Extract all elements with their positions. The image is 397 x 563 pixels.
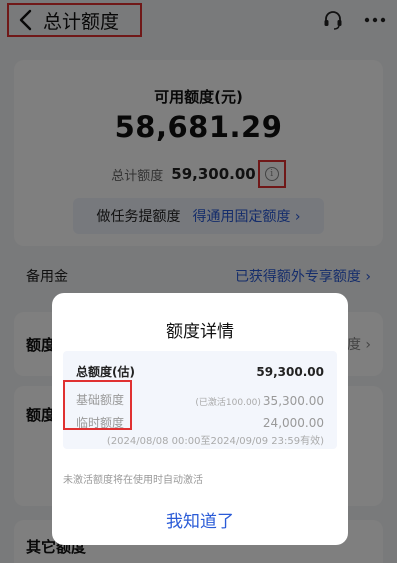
total-quota-value: 59,300.00 [256, 364, 324, 379]
quota-detail-modal: 额度详情 总额度(估) 59,300.00 基础额度 (已激活100.00) 35… [52, 293, 348, 545]
base-quota-value: 35,300.00 [262, 394, 324, 408]
quota-labels-highlight [63, 380, 132, 430]
modal-title: 额度详情 [166, 322, 234, 342]
modal-tip: 未激活额度将在使用时自动激活 [63, 475, 203, 486]
total-quota-row: 总额度(估) 59,300.00 [76, 363, 324, 380]
base-quota-note: (已激活100.00) [195, 398, 261, 408]
temp-quota-period: (2024/08/08 00:00至2024/09/09 23:59有效) [106, 436, 324, 447]
temp-quota-value: 24,000.00 [262, 415, 324, 430]
confirm-button[interactable]: 我知道了 [52, 507, 348, 532]
total-quota-label: 总额度(估) [76, 365, 135, 379]
